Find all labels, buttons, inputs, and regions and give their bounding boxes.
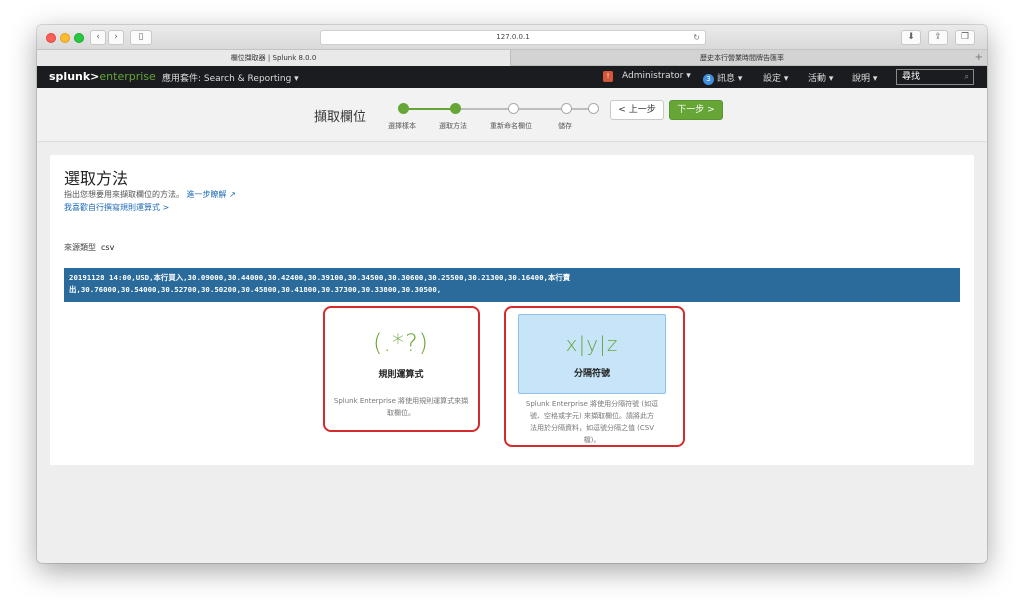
- sidebar-icon: ▯: [138, 32, 144, 42]
- learn-more-link[interactable]: 進一步瞭解 ↗: [187, 190, 236, 199]
- alert-icon[interactable]: !: [603, 71, 613, 82]
- settings-menu[interactable]: 設定 ▾: [763, 71, 788, 84]
- sourcetype-value: csv: [101, 243, 115, 252]
- sample-line-1: 20191128 14:00,USD,本行買入,30.09000,30.4400…: [69, 273, 571, 282]
- method-panel: 選取方法 指出您想要用來擷取欄位的方法。 進一步瞭解 ↗ 我喜歡自行撰寫規則運算…: [50, 155, 974, 465]
- tab-exchange-rates[interactable]: 歷史本行營業時間牌告匯率: [512, 50, 972, 66]
- splunk-logo[interactable]: splunk>enterprise: [49, 70, 156, 83]
- logo-main: splunk>: [49, 70, 100, 83]
- next-button[interactable]: 下一步 >: [669, 100, 723, 120]
- highlight-box-delimiter: [504, 306, 685, 447]
- sourcetype-label: 來源類型: [64, 243, 96, 252]
- tab-field-extractor[interactable]: 欄位擷取器 | Splunk 8.0.0: [37, 50, 511, 66]
- wizard-title: 擷取欄位: [314, 110, 367, 125]
- search-input[interactable]: 尋找 ⌕: [896, 69, 974, 85]
- step-dot-end: [588, 103, 599, 114]
- highlight-box-regex: [323, 306, 480, 432]
- help-menu[interactable]: 說明 ▾: [852, 71, 877, 84]
- tabs-overview-button[interactable]: ❐: [955, 30, 975, 45]
- back-button[interactable]: ‹: [90, 30, 106, 45]
- method-description: 指出您想要用來擷取欄位的方法。 進一步瞭解 ↗: [64, 189, 236, 200]
- description-text: 指出您想要用來擷取欄位的方法。: [64, 190, 184, 199]
- step-label-save: 儲存: [558, 122, 572, 130]
- step-dot-3: [508, 103, 519, 114]
- chevron-right-icon: ›: [114, 32, 118, 42]
- step-label-select-method: 選取方法: [439, 122, 467, 130]
- download-icon: ⬇: [907, 32, 915, 42]
- wizard-bar: 擷取欄位 選擇樣本 選取方法 重新命名欄位 儲存 < 上一步 下一步 >: [37, 88, 987, 142]
- browser-titlebar: ‹ › ▯ 127.0.0.1 ↻ ⬇ ⇪ ❐: [37, 25, 987, 50]
- address-text: 127.0.0.1: [496, 33, 530, 41]
- share-icon: ⇪: [934, 32, 942, 42]
- address-bar[interactable]: 127.0.0.1 ↻: [320, 30, 706, 45]
- messages-menu[interactable]: 3 訊息 ▾: [703, 71, 742, 85]
- logo-sub: enterprise: [99, 70, 156, 83]
- zoom-window-button[interactable]: [74, 33, 84, 43]
- messages-label: 訊息 ▾: [717, 74, 743, 84]
- new-tab-icon[interactable]: +: [975, 50, 983, 66]
- step-dot-1: [398, 103, 409, 114]
- step-connector: [518, 108, 565, 110]
- step-connector: [460, 108, 512, 110]
- step-dot-4: [561, 103, 572, 114]
- page-title: 選取方法: [64, 169, 129, 188]
- previous-button[interactable]: < 上一步: [610, 100, 664, 120]
- sidebar-button[interactable]: ▯: [130, 30, 152, 45]
- search-icon: ⌕: [964, 72, 969, 81]
- sample-line-2: 出,30.76000,30.54000,30.52700,30.50200,30…: [69, 285, 442, 294]
- activity-menu[interactable]: 活動 ▾: [808, 71, 833, 84]
- step-label-select-sample: 選擇樣本: [388, 122, 416, 130]
- user-menu[interactable]: Administrator ▾: [622, 71, 691, 81]
- splunk-header: splunk>enterprise 應用套件: Search & Reporti…: [37, 66, 987, 88]
- messages-count-badge: 3: [703, 74, 714, 85]
- close-window-button[interactable]: [46, 33, 56, 43]
- minimize-window-button[interactable]: [60, 33, 70, 43]
- search-placeholder: 尋找: [902, 72, 921, 82]
- write-regex-link[interactable]: 我喜歡自行撰寫規則運算式 >: [64, 202, 169, 213]
- step-dot-2: [450, 103, 461, 114]
- step-connector: [408, 108, 455, 110]
- tabs-icon: ❐: [960, 32, 970, 42]
- app-menu[interactable]: 應用套件: Search & Reporting ▾: [162, 71, 299, 84]
- tab-bar: 欄位擷取器 | Splunk 8.0.0 歷史本行營業時間牌告匯率 +: [37, 50, 987, 66]
- forward-button[interactable]: ›: [108, 30, 124, 45]
- chevron-left-icon: ‹: [96, 32, 100, 42]
- browser-window: ‹ › ▯ 127.0.0.1 ↻ ⬇ ⇪ ❐ 欄位擷取器 | Splunk 8…: [37, 25, 987, 563]
- reload-icon[interactable]: ↻: [693, 31, 700, 44]
- step-label-rename-fields: 重新命名欄位: [490, 122, 532, 130]
- sample-event: 20191128 14:00,USD,本行買入,30.09000,30.4400…: [64, 268, 960, 302]
- downloads-button[interactable]: ⬇: [901, 30, 921, 45]
- share-button[interactable]: ⇪: [928, 30, 948, 45]
- sourcetype-row: 來源類型 csv: [64, 242, 114, 253]
